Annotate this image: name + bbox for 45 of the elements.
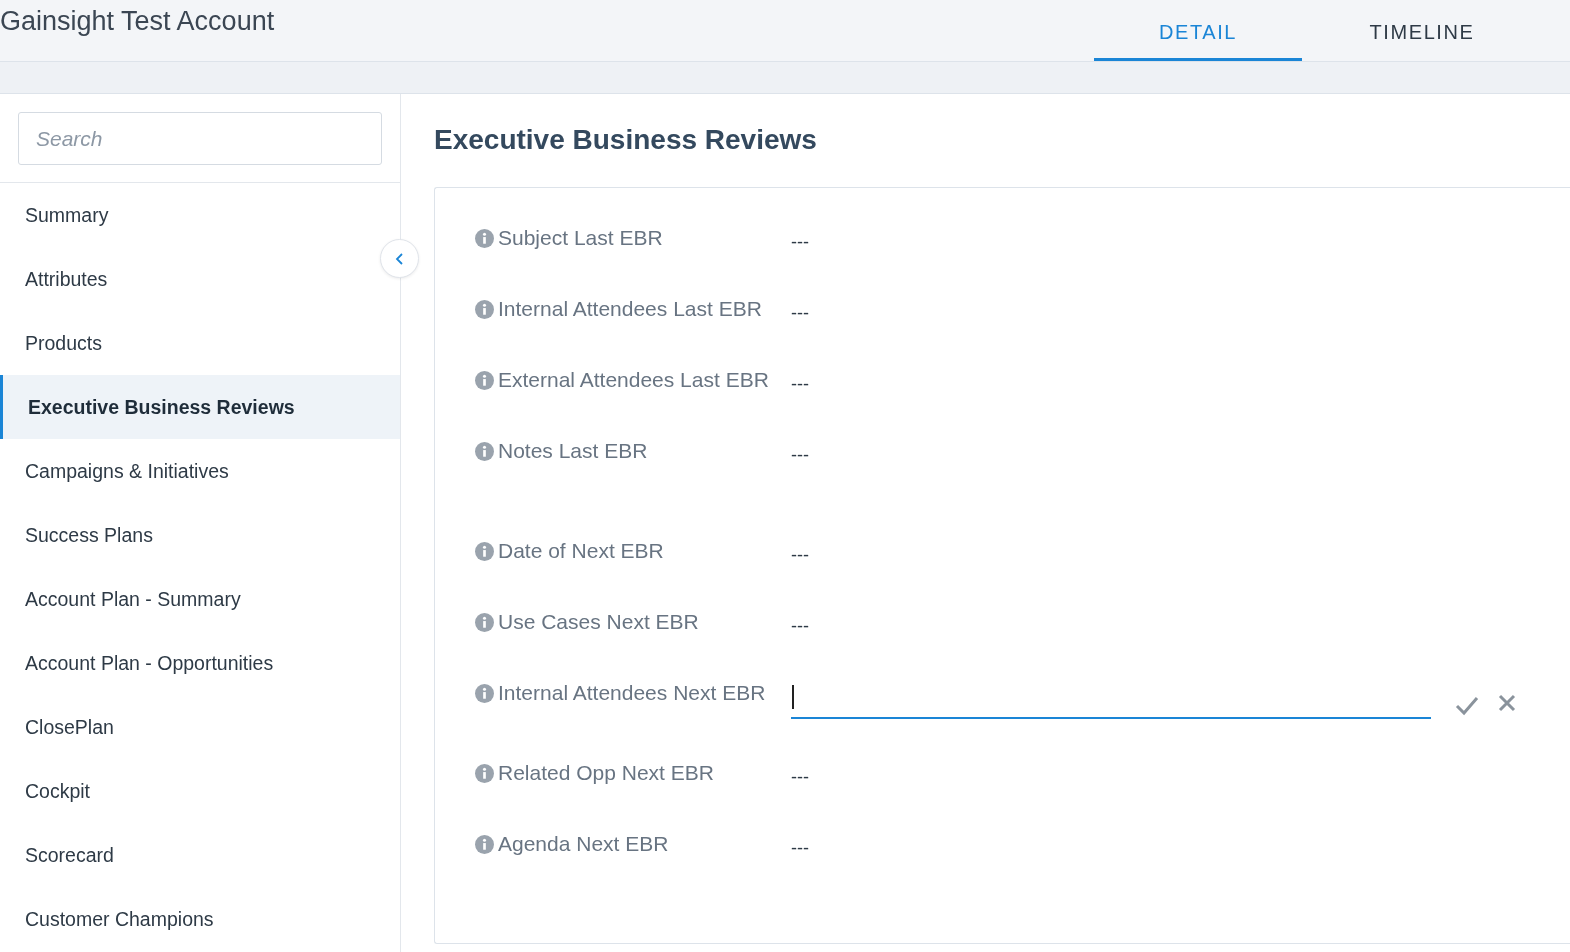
sidebar-item[interactable]: Campaigns & Initiatives bbox=[0, 439, 376, 503]
info-icon bbox=[475, 834, 494, 854]
info-icon bbox=[475, 370, 494, 390]
sidebar-item[interactable]: Attributes bbox=[0, 247, 376, 311]
sidebar-item[interactable]: Cockpit bbox=[0, 759, 376, 823]
field-label: Subject Last EBR bbox=[498, 226, 663, 250]
sidebar-item[interactable]: ClosePlan bbox=[0, 695, 376, 759]
info-icon bbox=[475, 541, 494, 561]
sidebar-item[interactable]: Executive Business Reviews bbox=[0, 375, 400, 439]
close-button[interactable] bbox=[1497, 693, 1517, 713]
field-label: Internal Attendees Last EBR bbox=[498, 297, 762, 321]
account-title: Gainsight Test Account bbox=[0, 5, 276, 38]
field-label: Agenda Next EBR bbox=[498, 832, 669, 856]
search-field[interactable]: Search bbox=[18, 112, 382, 165]
field-label: Date of Next EBR bbox=[498, 539, 664, 563]
section-title: Executive Business Reviews bbox=[434, 124, 818, 156]
sidebar-item[interactable]: Scorecard bbox=[0, 823, 376, 887]
collapse-button[interactable] bbox=[380, 239, 419, 278]
field-label: External Attendees Last EBR bbox=[498, 368, 769, 392]
field-value: --- bbox=[791, 615, 809, 637]
sidebar-item[interactable]: Account Plan - Opportunities bbox=[0, 631, 376, 695]
field-value: --- bbox=[791, 231, 809, 253]
field-value: --- bbox=[791, 444, 809, 466]
sidebar-item[interactable]: Summary bbox=[0, 183, 376, 247]
field-label: Internal Attendees Next EBR bbox=[498, 681, 766, 705]
field-label: Notes Last EBR bbox=[498, 439, 648, 463]
info-icon bbox=[475, 299, 494, 319]
tab[interactable]: TIMELINE bbox=[1318, 0, 1526, 61]
field-value: --- bbox=[791, 544, 809, 566]
info-icon bbox=[475, 763, 494, 783]
info-icon bbox=[475, 228, 494, 248]
field-label: Use Cases Next EBR bbox=[498, 610, 699, 634]
info-icon bbox=[475, 441, 494, 461]
field-value: --- bbox=[791, 766, 809, 788]
sidebar-item[interactable]: Success Plans bbox=[0, 503, 376, 567]
sidebar-item[interactable]: Customer Champions bbox=[0, 887, 376, 951]
text-cursor bbox=[792, 685, 794, 709]
sidebar-item[interactable]: Account Plan - Summary bbox=[0, 567, 376, 631]
field-value: --- bbox=[791, 302, 809, 324]
field-label: Related Opp Next EBR bbox=[498, 761, 714, 785]
field-value: --- bbox=[791, 373, 809, 395]
info-icon bbox=[475, 683, 494, 703]
field-value: --- bbox=[791, 837, 809, 859]
sidebar-item[interactable]: Products bbox=[0, 311, 376, 375]
info-icon bbox=[475, 612, 494, 632]
